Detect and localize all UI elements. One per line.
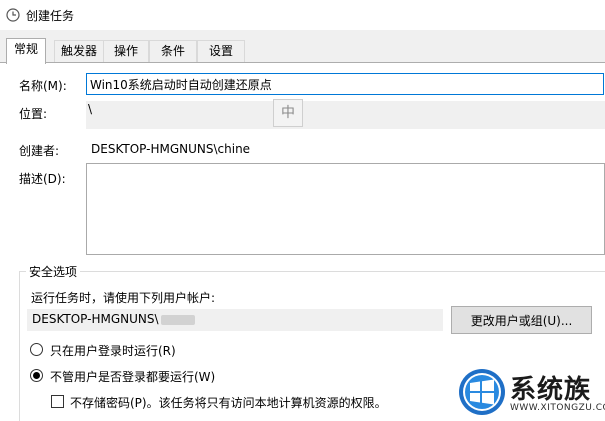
blurred-username	[160, 314, 195, 325]
change-user-button[interactable]: 更改用户或组(U)...	[451, 306, 592, 334]
description-textarea[interactable]	[86, 163, 605, 255]
author-value: DESKTOP-HMGNUNS\chine	[91, 142, 251, 156]
radio-run-logged-on[interactable]	[30, 343, 43, 356]
tab-actions[interactable]: 操作	[103, 40, 149, 63]
location-value: \	[88, 102, 93, 116]
user-account-value: DESKTOP-HMGNUNS\	[32, 312, 159, 326]
name-input[interactable]	[86, 73, 604, 95]
tab-triggers[interactable]: 触发器	[54, 40, 104, 63]
author-label: 创建者:	[19, 144, 60, 158]
tab-settings[interactable]: 设置	[197, 40, 245, 63]
location-field: \	[86, 101, 605, 129]
clock-icon	[6, 8, 20, 22]
windows-logo-icon	[459, 369, 505, 415]
user-account-field: DESKTOP-HMGNUNS\	[27, 309, 443, 331]
title-bar: 创建任务	[0, 0, 605, 30]
window-title: 创建任务	[26, 8, 75, 23]
no-store-password-label[interactable]: 不存储密码(P)。该任务将只有访问本地计算机资源的权限。	[70, 394, 387, 411]
radio-run-whether-logged-on[interactable]	[30, 369, 43, 382]
watermark-url: WWW.XITONGZU.COM	[510, 403, 605, 413]
location-label: 位置:	[19, 107, 48, 121]
watermark-title: 系统族	[510, 375, 592, 405]
name-label: 名称(M):	[19, 79, 67, 93]
watermark: 系统族 WWW.XITONGZU.COM	[452, 363, 605, 421]
tab-conditions[interactable]: 条件	[149, 40, 197, 63]
radio-run-whether-logged-on-label[interactable]: 不管用户是否登录都要运行(W)	[50, 368, 215, 385]
ime-indicator[interactable]: 中	[273, 99, 303, 127]
radio-run-logged-on-label[interactable]: 只在用户登录时运行(R)	[50, 342, 176, 359]
tab-general[interactable]: 常规	[6, 38, 46, 64]
tab-strip: 常规 触发器 操作 条件 设置	[0, 30, 605, 64]
security-options-title: 安全选项	[26, 263, 81, 280]
description-label: 描述(D):	[19, 172, 66, 186]
no-store-password-checkbox[interactable]	[51, 395, 64, 408]
run-as-label: 运行任务时，请使用下列用户帐户:	[31, 291, 216, 305]
